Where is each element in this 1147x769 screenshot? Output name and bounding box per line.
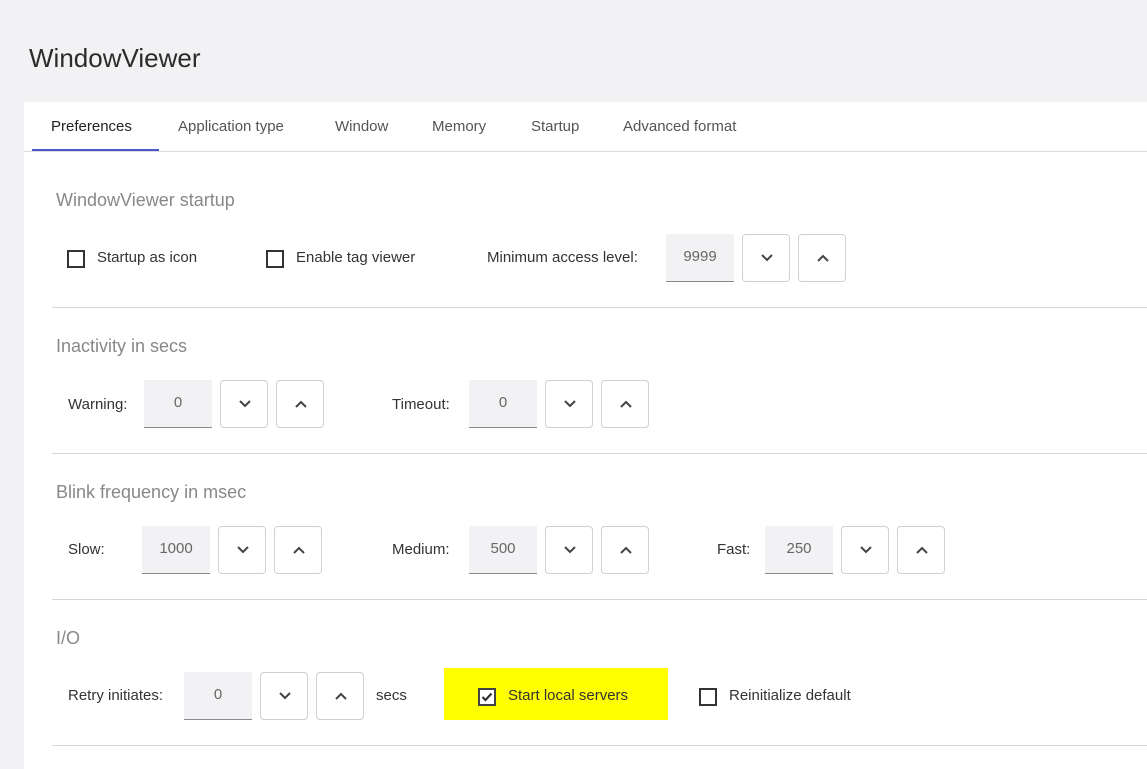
tab-preferences[interactable]: Preferences: [51, 102, 132, 152]
section-divider: [52, 307, 1147, 308]
tab-startup[interactable]: Startup: [531, 102, 579, 152]
active-tab-indicator: [32, 149, 159, 151]
slow-label: Slow:: [68, 541, 105, 558]
chevron-up-icon: [620, 400, 632, 408]
tab-advanced-format[interactable]: Advanced format: [623, 102, 736, 152]
warning-label: Warning:: [68, 396, 128, 413]
chevron-up-icon: [335, 692, 347, 700]
checkmark-icon: [481, 692, 493, 702]
tab-bar: Preferences Application type Window Memo…: [24, 102, 1147, 152]
slow-increment-button[interactable]: [274, 526, 322, 574]
tab-window[interactable]: Window: [335, 102, 388, 152]
startup-as-icon-checkbox[interactable]: [67, 250, 85, 268]
chevron-up-icon: [293, 546, 305, 554]
section-divider: [52, 453, 1147, 454]
inactivity-section-title: Inactivity in secs: [56, 336, 188, 356]
fast-decrement-button[interactable]: [841, 526, 889, 574]
blink-section-title: Blink frequency in msec: [56, 482, 247, 502]
retry-initiates-label: Retry initiates:: [68, 687, 164, 704]
medium-decrement-button[interactable]: [545, 526, 593, 574]
min-access-level-increment-button[interactable]: [798, 234, 846, 282]
chevron-down-icon: [279, 692, 291, 700]
chevron-down-icon: [761, 254, 773, 262]
chevron-down-icon: [239, 400, 251, 408]
chevron-down-icon: [237, 546, 249, 554]
section-divider: [52, 599, 1147, 600]
enable-tag-viewer-label: Enable tag viewer: [296, 249, 416, 266]
section-divider: [52, 745, 1147, 746]
chevron-up-icon: [620, 546, 632, 554]
retry-initiates-increment-button[interactable]: [316, 672, 364, 720]
timeout-decrement-button[interactable]: [545, 380, 593, 428]
warning-increment-button[interactable]: [276, 380, 324, 428]
min-access-level-label: Minimum access level:: [487, 249, 638, 266]
startup-as-icon-label: Startup as icon: [97, 249, 198, 266]
start-local-servers-checkbox[interactable]: [478, 688, 496, 706]
chevron-down-icon: [564, 400, 576, 408]
chevron-down-icon: [860, 546, 872, 554]
chevron-down-icon: [564, 546, 576, 554]
medium-input[interactable]: 500: [469, 526, 537, 574]
io-section-title: I/O: [56, 628, 81, 648]
tab-application-type[interactable]: Application type: [178, 102, 284, 152]
fast-input[interactable]: 250: [765, 526, 833, 574]
chevron-up-icon: [295, 400, 307, 408]
startup-section-title: WindowViewer startup: [56, 190, 235, 210]
retry-initiates-decrement-button[interactable]: [260, 672, 308, 720]
slow-input[interactable]: 1000: [142, 526, 210, 574]
warning-decrement-button[interactable]: [220, 380, 268, 428]
warning-input[interactable]: 0: [144, 380, 212, 428]
enable-tag-viewer-checkbox[interactable]: [266, 250, 284, 268]
preferences-panel: Preferences Application type Window Memo…: [24, 102, 1147, 769]
fast-label: Fast:: [717, 541, 751, 558]
timeout-increment-button[interactable]: [601, 380, 649, 428]
chevron-up-icon: [916, 546, 928, 554]
medium-increment-button[interactable]: [601, 526, 649, 574]
medium-label: Medium:: [392, 541, 450, 558]
reinitialize-default-checkbox[interactable]: [699, 688, 717, 706]
reinitialize-default-label: Reinitialize default: [729, 687, 851, 704]
slow-decrement-button[interactable]: [218, 526, 266, 574]
timeout-label: Timeout:: [392, 396, 450, 413]
min-access-level-decrement-button[interactable]: [742, 234, 790, 282]
chevron-up-icon: [817, 254, 829, 262]
retry-initiates-unit: secs: [376, 687, 407, 704]
timeout-input[interactable]: 0: [469, 380, 537, 428]
fast-increment-button[interactable]: [897, 526, 945, 574]
start-local-servers-label: Start local servers: [508, 687, 629, 704]
min-access-level-input[interactable]: 9999: [666, 234, 734, 282]
app-title: WindowViewer: [29, 43, 201, 73]
tab-memory[interactable]: Memory: [432, 102, 486, 152]
retry-initiates-input[interactable]: 0: [184, 672, 252, 720]
